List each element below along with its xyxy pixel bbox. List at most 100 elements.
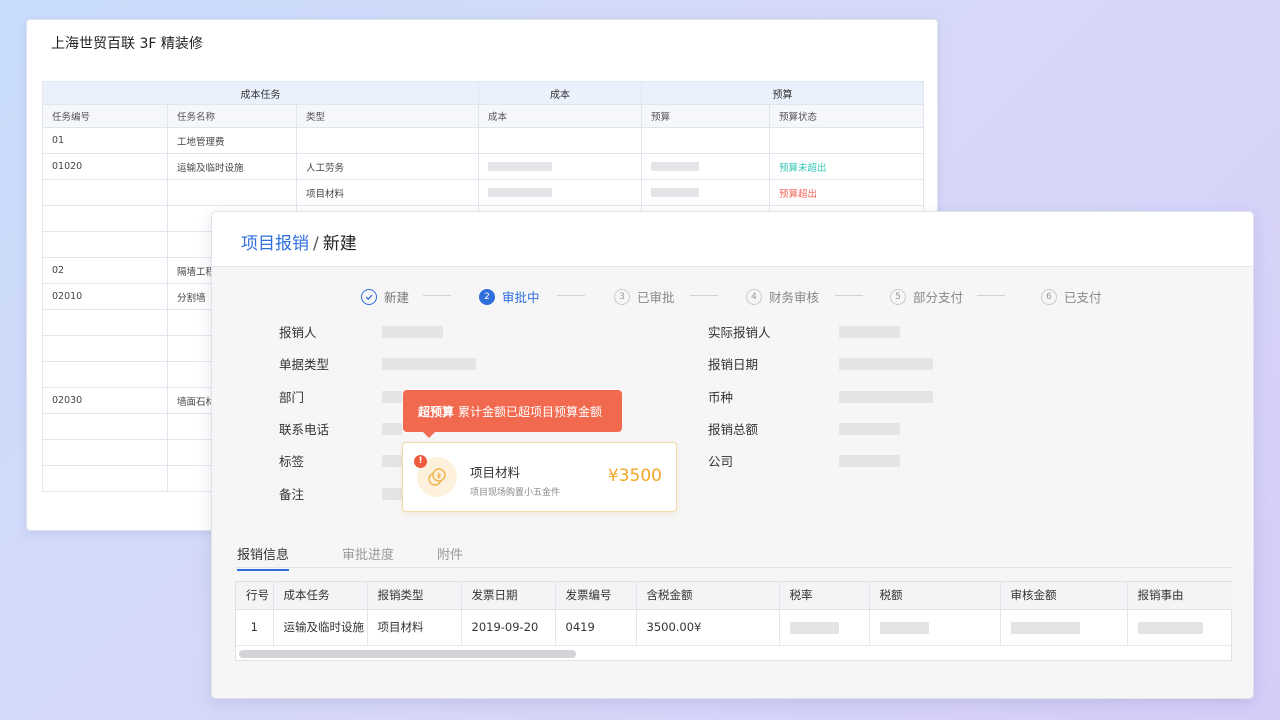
cell-task-code <box>42 231 168 258</box>
cell-task-code: 02030 <box>42 387 168 414</box>
over-budget-tooltip: 超预算 累计金额已超项目预算金额 <box>403 390 622 438</box>
cell-reason[interactable] <box>1127 609 1233 646</box>
cell-cost <box>478 153 643 180</box>
cell-type: 项目材料 <box>367 609 462 646</box>
col-task-code: 任务编号 <box>42 104 168 128</box>
col-cost-task: 成本任务 <box>273 582 368 610</box>
group-header-budget: 预算 <box>641 81 925 105</box>
cell-task-code <box>42 439 168 466</box>
table-row[interactable]: 1 运输及临时设施 项目材料 2019-09-20 0419 3500.00¥ <box>236 609 1233 646</box>
col-cost: 成本 <box>478 104 643 128</box>
col-line-no: 行号 <box>236 582 274 610</box>
breadcrumb-separator: / <box>313 234 319 254</box>
label-department: 部门 <box>279 390 305 405</box>
cell-line-no: 1 <box>236 609 274 646</box>
label-company: 公司 <box>708 454 734 469</box>
cell-task-code <box>42 179 168 206</box>
tab-attachments[interactable]: 附件 <box>437 544 463 569</box>
detail-tabs: 报销信息 审批进度 附件 <box>236 542 1231 571</box>
label-remarks: 备注 <box>279 487 305 502</box>
label-tags: 标签 <box>279 454 305 469</box>
table-row[interactable]: 01020 运输及临时设施 人工劳务 预算未超出 <box>42 153 925 180</box>
cell-task-name: 运输及临时设施 <box>167 153 297 180</box>
cell-budget <box>641 179 771 206</box>
value-department[interactable] <box>382 391 402 403</box>
step-connector <box>423 295 451 296</box>
cell-task-code <box>42 205 168 232</box>
step-finance-review: 4 财务审核 <box>746 287 819 306</box>
col-tax-rate: 税率 <box>779 582 870 610</box>
step-approving: 2 审批中 <box>479 287 540 306</box>
tab-reimbursement-info[interactable]: 报销信息 <box>237 544 290 571</box>
value-total[interactable] <box>839 423 900 435</box>
value-document-type[interactable] <box>382 358 476 370</box>
value-company[interactable] <box>839 455 900 467</box>
tooltip-text: 累计金额已超项目预算金额 <box>458 404 603 419</box>
table-header-row: 行号 成本任务 报销类型 发票日期 发票编号 含税金额 税率 税额 审核金额 报… <box>236 582 1233 610</box>
item-amount: ¥3500 <box>607 466 662 486</box>
step-number: 6 <box>1041 288 1057 305</box>
step-created: 新建 <box>361 287 409 306</box>
cell-task-code <box>42 413 168 440</box>
cell-budget <box>641 153 771 180</box>
project-title: 上海世贸百联 3F 精装修 <box>51 36 203 52</box>
cell-task-code: 02010 <box>42 283 168 310</box>
cell-type: 人工劳务 <box>295 153 480 180</box>
step-connector <box>690 295 718 296</box>
step-label: 财务审核 <box>769 290 820 305</box>
step-label: 已支付 <box>1064 290 1102 305</box>
label-applicant: 报销人 <box>279 325 317 340</box>
value-actual-applicant[interactable] <box>839 326 900 338</box>
reimbursement-form-card: 项目报销 / 新建 新建 2 审批中 3 已审批 4 财务审核 5 部分支付 6 已… <box>211 211 1254 699</box>
col-budget: 预算 <box>641 104 771 128</box>
cell-type <box>295 127 480 154</box>
col-reimbursement-type: 报销类型 <box>367 582 462 610</box>
col-invoice-number: 发票编号 <box>555 582 637 610</box>
value-applicant[interactable] <box>382 326 443 338</box>
breadcrumb-current: 新建 <box>322 234 357 254</box>
cell-budget-status: 预算超出 <box>769 179 925 206</box>
table-row[interactable]: 01 工地管理费 <box>42 127 925 154</box>
step-number: 3 <box>614 288 630 305</box>
label-document-type: 单据类型 <box>279 357 330 372</box>
value-date[interactable] <box>839 358 933 370</box>
cell-budget-status <box>769 127 925 154</box>
step-label: 新建 <box>384 290 410 305</box>
cell-approved-amount[interactable] <box>1000 609 1128 646</box>
step-connector <box>977 295 1005 296</box>
breadcrumb-project-reimbursement[interactable]: 项目报销 <box>241 234 309 254</box>
item-description: 项目现场购置小五金件 <box>470 488 561 498</box>
step-paid: 6 已支付 <box>1041 287 1102 306</box>
value-phone[interactable] <box>382 423 402 435</box>
step-approved: 3 已审批 <box>614 287 675 306</box>
horizontal-scrollbar[interactable] <box>239 650 576 658</box>
step-label: 审批中 <box>502 290 540 305</box>
cell-invoice-number: 0419 <box>555 609 637 646</box>
cell-task-code <box>42 335 168 362</box>
cell-cost <box>478 127 643 154</box>
warning-icon: ! <box>414 455 427 468</box>
page-header: 项目报销 / 新建 <box>212 212 1253 267</box>
col-approved-amount: 审核金额 <box>1000 582 1128 610</box>
label-total: 报销总额 <box>708 422 759 437</box>
cell-cost <box>478 179 643 206</box>
cell-budget <box>641 127 771 154</box>
col-reason: 报销事由 <box>1127 582 1233 610</box>
value-currency[interactable] <box>839 391 933 403</box>
tab-approval-progress[interactable]: 审批进度 <box>342 544 394 569</box>
col-budget-status: 预算状态 <box>769 104 925 128</box>
label-actual-applicant: 实际报销人 <box>708 325 771 340</box>
step-number: 5 <box>890 288 906 305</box>
cell-cost-task: 运输及临时设施 <box>273 609 368 646</box>
reimbursement-detail-table: 行号 成本任务 报销类型 发票日期 发票编号 含税金额 税率 税额 审核金额 报… <box>235 581 1233 661</box>
over-budget-item-card[interactable]: ! 项目材料 项目现场购置小五金件 ¥3500 <box>402 442 677 512</box>
step-connector <box>835 295 863 296</box>
step-partial-payment: 5 部分支付 <box>890 287 963 306</box>
value-tags[interactable] <box>382 455 402 467</box>
cell-task-code: 01020 <box>42 153 168 180</box>
value-remarks[interactable] <box>382 488 402 500</box>
cell-tax-amount[interactable] <box>869 609 1001 646</box>
cell-amount: 3500.00¥ <box>636 609 780 646</box>
table-row[interactable]: 项目材料 预算超出 <box>42 179 925 206</box>
cell-tax-rate[interactable] <box>779 609 870 646</box>
